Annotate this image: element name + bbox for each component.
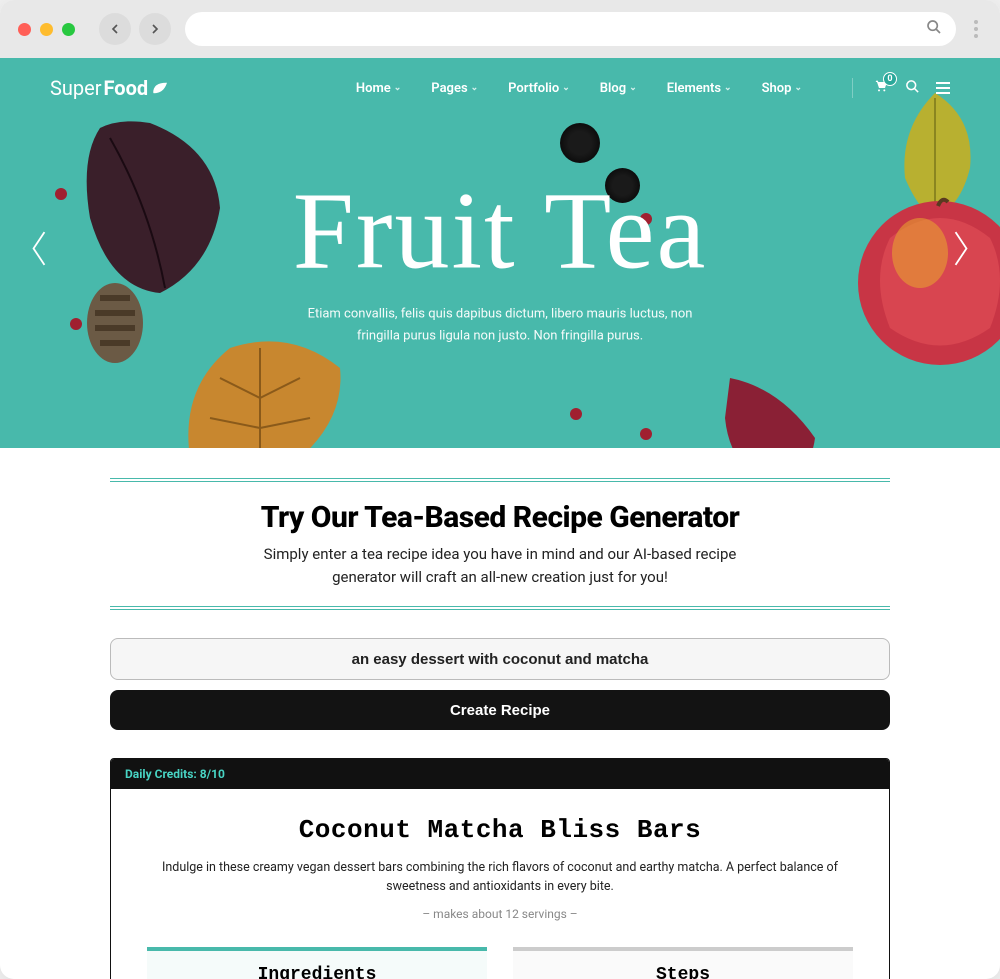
chevron-down-icon: ⌄	[562, 83, 570, 93]
search-icon[interactable]	[905, 79, 920, 98]
window-controls	[18, 23, 75, 36]
slider-next-button[interactable]	[940, 219, 982, 288]
generator-title: Try Our Tea-Based Recipe Generator	[110, 500, 890, 535]
steps-column: Steps In a bowl, mix shredded coconut, a…	[513, 947, 853, 979]
search-icon	[926, 19, 942, 39]
berry-decoration	[640, 428, 652, 440]
recipe-description: Indulge in these creamy vegan dessert ba…	[160, 859, 840, 897]
main-content: Try Our Tea-Based Recipe Generator Simpl…	[0, 448, 1000, 979]
nav-label: Blog	[600, 81, 626, 96]
forward-button[interactable]	[139, 13, 171, 45]
main-nav: Home⌄ Pages⌄ Portfolio⌄ Blog⌄ Elements⌄ …	[356, 78, 950, 98]
page-viewport: SuperFood Home⌄ Pages⌄ Portfolio⌄ Blog⌄ …	[0, 58, 1000, 979]
credits-bar: Daily Credits: 8/10	[111, 759, 889, 789]
nav-label: Shop	[762, 81, 792, 96]
nav-pages[interactable]: Pages ⌄	[431, 81, 478, 96]
recipe-title: Coconut Matcha Bliss Bars	[147, 815, 853, 845]
chevron-down-icon: ⌄	[394, 83, 402, 93]
steps-heading: Steps	[533, 965, 833, 979]
create-recipe-button[interactable]: Create Recipe	[110, 690, 890, 730]
nav-elements[interactable]: Elements⌄	[667, 81, 732, 96]
hero-subtitle: Etiam convallis, felis quis dapibus dict…	[290, 304, 710, 348]
chevron-down-icon: ⌄	[794, 83, 802, 93]
chevron-down-icon: ⌄	[724, 83, 732, 93]
maximize-window-button[interactable]	[62, 23, 75, 36]
nav-label: Elements	[667, 81, 721, 96]
recipe-idea-input[interactable]	[110, 638, 890, 680]
back-button[interactable]	[99, 13, 131, 45]
berry-decoration	[55, 188, 67, 200]
berry-decoration	[570, 408, 582, 420]
recipe-card: Daily Credits: 8/10 Coconut Matcha Bliss…	[110, 758, 890, 979]
generator-subtitle: Simply enter a tea recipe idea you have …	[260, 543, 740, 588]
logo-text-light: Super	[50, 76, 102, 100]
chevron-down-icon: ⌄	[629, 83, 637, 93]
logo-text-bold: Food	[104, 76, 149, 100]
hero-title: Fruit Tea	[100, 176, 900, 286]
berry-decoration	[70, 318, 82, 330]
site-header: SuperFood Home⌄ Pages⌄ Portfolio⌄ Blog⌄ …	[0, 58, 1000, 118]
nav-home[interactable]: Home⌄	[356, 81, 401, 96]
ingredients-heading: Ingredients	[167, 965, 467, 979]
nav-blog[interactable]: Blog⌄	[600, 81, 637, 96]
browser-menu-button[interactable]	[970, 20, 982, 38]
leaf-decoration	[720, 368, 820, 448]
berry-decoration	[560, 123, 600, 163]
address-bar[interactable]	[185, 12, 956, 46]
close-window-button[interactable]	[18, 23, 31, 36]
minimize-window-button[interactable]	[40, 23, 53, 36]
ingredients-column: Ingredients 1 cup shredded coconut 1/2 c…	[147, 947, 487, 979]
leaf-icon	[152, 76, 168, 100]
recipe-servings: – makes about 12 servings –	[147, 907, 853, 921]
nav-shop[interactable]: Shop⌄	[762, 81, 802, 96]
hero-section: SuperFood Home⌄ Pages⌄ Portfolio⌄ Blog⌄ …	[0, 58, 1000, 448]
browser-window: SuperFood Home⌄ Pages⌄ Portfolio⌄ Blog⌄ …	[0, 0, 1000, 979]
nav-label: Pages	[431, 81, 467, 96]
menu-icon[interactable]	[936, 82, 950, 94]
chevron-down-icon: ⌄	[471, 83, 479, 93]
nav-label: Home	[356, 81, 391, 96]
cart-badge: 0	[883, 72, 897, 86]
browser-toolbar	[0, 0, 1000, 58]
slider-prev-button[interactable]	[18, 219, 60, 288]
nav-portfolio[interactable]: Portfolio⌄	[508, 81, 570, 96]
site-logo[interactable]: SuperFood	[50, 76, 168, 100]
cart-button[interactable]: 0	[873, 78, 889, 98]
section-divider: Try Our Tea-Based Recipe Generator Simpl…	[110, 478, 890, 610]
nav-label: Portfolio	[508, 81, 559, 96]
